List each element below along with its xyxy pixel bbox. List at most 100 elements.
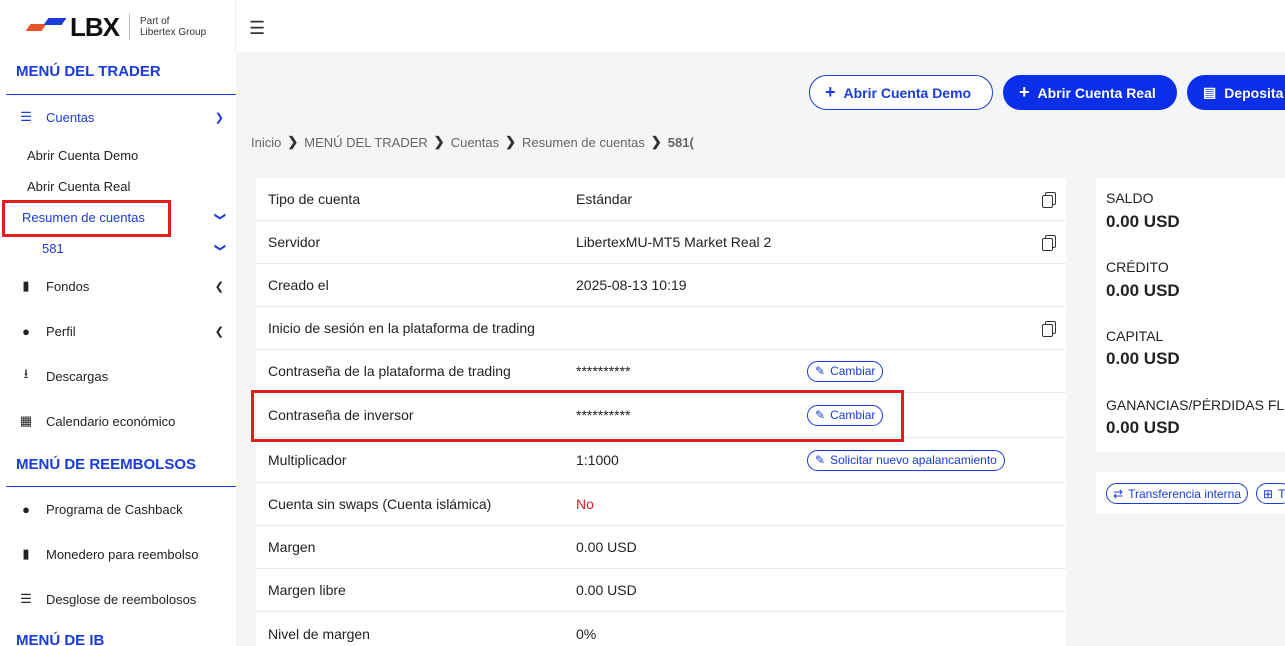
button-label: T xyxy=(1278,486,1285,501)
row-label: Servidor xyxy=(268,234,321,250)
chevron-down-icon: ❯ xyxy=(214,242,227,253)
sidebar-item-descargas[interactable]: ⭳ Descargas xyxy=(18,365,230,387)
topbar-divider xyxy=(235,0,236,52)
copy-icon[interactable] xyxy=(1042,192,1056,208)
button-label: Abrir Cuenta Real xyxy=(1037,84,1156,101)
edit-icon: ✎ xyxy=(815,364,826,378)
sidebar-item-perfil[interactable]: ● Perfil ❮ xyxy=(18,320,230,342)
button-label: Deposita xyxy=(1224,84,1284,101)
transfer-actions-card: ⇄ Transferencia interna ⊞ T xyxy=(1096,472,1285,514)
user-icon: ● xyxy=(22,323,30,339)
chevron-left-icon: ❮ xyxy=(214,280,224,293)
breadcrumb-item[interactable]: Resumen de cuentas xyxy=(522,135,645,150)
open-demo-account-button[interactable]: + Abrir Cuenta Demo xyxy=(809,75,993,110)
sidebar-item-label: Programa de Cashback xyxy=(46,501,183,517)
change-investor-password-button[interactable]: ✎ Cambiar xyxy=(807,404,884,426)
logo-mark-icon xyxy=(25,17,67,31)
user-icon: ● xyxy=(22,501,30,517)
section-divider xyxy=(6,94,236,95)
sidebar-item-label: Fondos xyxy=(46,278,90,294)
breadcrumb-item[interactable]: Cuentas xyxy=(451,135,499,150)
logo-divider xyxy=(129,14,130,40)
row-label: Creado el xyxy=(268,277,329,293)
sidebar-item-cuentas[interactable]: ☰ Cuentas ❯ xyxy=(18,106,230,128)
wallet-icon: ▮ xyxy=(22,546,30,561)
section-title-reembolsos: MENÚ DE REEMBOLSOS xyxy=(16,456,197,473)
table-action-button[interactable]: ⊞ T xyxy=(1256,483,1285,504)
row-value: ********** xyxy=(576,363,631,379)
sidebar-item-label: Monedero para reembolso xyxy=(46,546,199,562)
hamburger-icon[interactable]: ☰ xyxy=(249,18,265,39)
chevron-right-icon: ❯ xyxy=(287,134,299,149)
row-label: Nivel de margen xyxy=(268,625,370,642)
copy-icon[interactable] xyxy=(1042,235,1056,251)
row-value: 2025-08-13 10:19 xyxy=(576,277,687,293)
list-icon: ☰ xyxy=(20,591,32,606)
row-value: LibertexMU-MT5 Market Real 2 xyxy=(576,234,772,250)
edit-icon: ✎ xyxy=(815,453,826,467)
row-value: ********** xyxy=(576,407,631,423)
breadcrumb-item[interactable]: MENÚ DEL TRADER xyxy=(304,135,428,150)
request-leverage-button[interactable]: ✎ Solicitar nuevo apalancamiento xyxy=(807,449,1005,471)
internal-transfer-button[interactable]: ⇄ Transferencia interna xyxy=(1106,483,1249,504)
table-row: Tipo de cuenta Estándar xyxy=(256,178,1066,221)
row-value: No xyxy=(576,496,594,512)
button-label: Abrir Cuenta Demo xyxy=(843,84,972,101)
breadcrumb: Inicio ❯ MENÚ DEL TRADER ❯ Cuentas ❯ Res… xyxy=(251,134,694,150)
sidebar-item-fondos[interactable]: ▮ Fondos ❮ xyxy=(18,275,230,297)
open-real-account-button[interactable]: + Abrir Cuenta Real xyxy=(1003,75,1177,110)
card-icon: ▤ xyxy=(1203,84,1217,100)
row-value: 0% xyxy=(576,625,597,642)
capital-value: 0.00 USD xyxy=(1106,349,1180,368)
sidebar-item-resumen[interactable]: Resumen de cuentas xyxy=(22,210,145,225)
account-details-card: Tipo de cuenta Estándar Servidor Liberte… xyxy=(256,178,1066,646)
button-label: Cambiar xyxy=(830,364,876,378)
lbx-logo[interactable]: LBX Part of Libertex Group xyxy=(25,12,228,42)
table-row: Inicio de sesión en la plataforma de tra… xyxy=(256,307,1066,350)
sidebar-item-desglose[interactable]: ☰ Desglose de reembolosos xyxy=(18,588,230,610)
sidebar-item-abrir-demo[interactable]: Abrir Cuenta Demo xyxy=(27,148,138,163)
table-row: Contraseña de la plataforma de trading *… xyxy=(256,350,1066,393)
section-title-trader: MENÚ DEL TRADER xyxy=(16,63,161,80)
calendar-icon: ▦ xyxy=(19,413,33,428)
sidebar-item-calendario[interactable]: ▦ Calendario económico xyxy=(18,410,230,432)
sidebar-item-monedero[interactable]: ▮ Monedero para reembolso xyxy=(18,543,230,565)
sidebar-item-label: Descargas xyxy=(46,368,109,384)
table-row: Creado el 2025-08-13 10:19 xyxy=(256,264,1066,307)
row-label: Multiplicador xyxy=(268,452,347,468)
change-password-button[interactable]: ✎ Cambiar xyxy=(807,360,884,382)
logo-subtitle: Part of Libertex Group xyxy=(140,16,206,38)
row-value: Estándar xyxy=(576,191,633,207)
section-title-ib: MENÚ DE IB xyxy=(16,632,105,646)
edit-icon: ✎ xyxy=(815,408,826,422)
section-divider xyxy=(6,486,236,487)
table-row: Nivel de margen 0% xyxy=(256,612,1066,646)
chevron-left-icon: ❮ xyxy=(214,325,224,338)
row-label: Margen xyxy=(268,539,316,555)
breadcrumb-current: 581( xyxy=(667,134,694,150)
credito-value: 0.00 USD xyxy=(1106,281,1180,300)
copy-icon[interactable] xyxy=(1042,321,1056,337)
sidebar-item-label: Calendario económico xyxy=(46,413,176,429)
breadcrumb-item[interactable]: Inicio xyxy=(251,135,281,150)
sidebar-item-account[interactable]: 581 xyxy=(42,241,64,256)
saldo-value: 0.00 USD xyxy=(1106,212,1180,231)
row-label: Cuenta sin swaps (Cuenta islámica) xyxy=(268,496,492,512)
chevron-down-icon: ❯ xyxy=(214,111,224,124)
deposit-button[interactable]: ▤ Deposita xyxy=(1187,75,1285,110)
sidebar-item-cashback[interactable]: ● Programa de Cashback xyxy=(18,498,230,520)
download-icon: ⭳ xyxy=(23,366,29,381)
saldo-label: SALDO xyxy=(1106,190,1154,206)
capital-label: CAPITAL xyxy=(1106,328,1164,344)
ganancias-value: 0.00 USD xyxy=(1106,418,1180,437)
button-label: Transferencia interna xyxy=(1128,486,1242,501)
row-label: Tipo de cuenta xyxy=(268,191,361,207)
row-label: Contraseña de inversor xyxy=(268,407,414,423)
button-label: Solicitar nuevo apalancamiento xyxy=(830,453,997,467)
sidebar-item-abrir-real[interactable]: Abrir Cuenta Real xyxy=(27,179,130,194)
table-row: Cuenta sin swaps (Cuenta islámica) No xyxy=(256,483,1066,526)
row-label: Inicio de sesión en la plataforma de tra… xyxy=(268,320,535,336)
sidebar: MENÚ DEL TRADER ☰ Cuentas ❯ Abrir Cuenta… xyxy=(0,52,236,646)
table-row: Margen libre 0.00 USD xyxy=(256,569,1066,612)
row-value: 1:1000 xyxy=(576,452,619,468)
